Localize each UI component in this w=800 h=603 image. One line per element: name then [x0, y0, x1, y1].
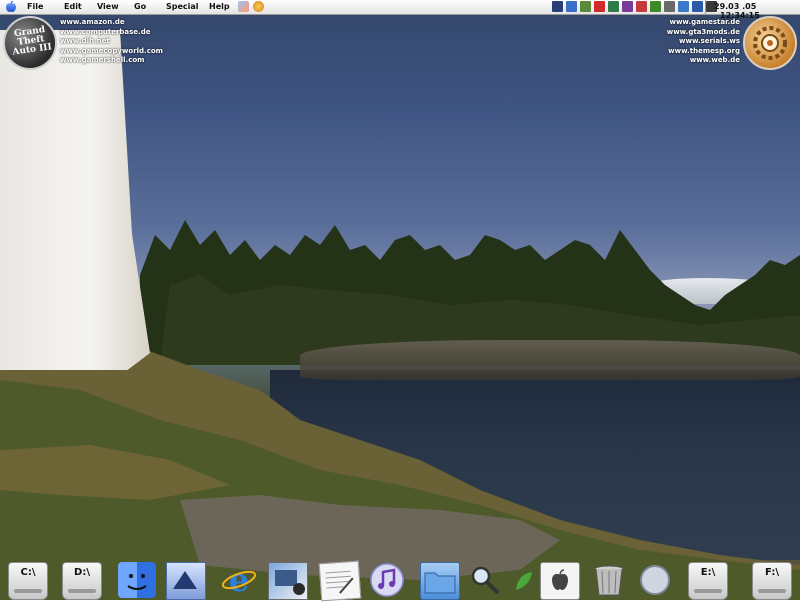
menu-bar: File Edit View Go Special Help 29.03 .05…	[0, 0, 800, 20]
photos-icon	[275, 570, 305, 595]
documents-folder-icon[interactable]	[420, 562, 460, 600]
gear-app-icon[interactable]	[743, 16, 797, 70]
drive-d-slot	[68, 589, 96, 593]
link-gamestar[interactable]: www.gamestar.de	[667, 18, 741, 28]
speaker-icon[interactable]	[566, 1, 577, 12]
mail-stamp-icon[interactable]	[166, 562, 206, 600]
drive-f-icon[interactable]: F:\	[752, 562, 792, 600]
finder-face-icon	[127, 574, 147, 590]
menu-edit[interactable]: Edit	[64, 2, 82, 11]
left-link-list: www.amazon.de www.computerbase.de www.dl…	[60, 18, 163, 66]
user-icon[interactable]	[664, 1, 675, 12]
itunes-icon[interactable]	[368, 562, 406, 598]
drive-d-label: D:\	[74, 567, 90, 578]
text-edit-icon[interactable]	[318, 560, 362, 602]
tray-divider	[705, 0, 706, 14]
link-serials[interactable]: www.serials.ws	[667, 37, 740, 47]
drive-f-label: F:\	[765, 567, 779, 578]
apple-logo-icon	[552, 569, 568, 590]
wire-trash-can-icon	[594, 565, 624, 596]
finder-icon[interactable]	[118, 562, 156, 598]
drive-c-label: C:\	[20, 567, 36, 578]
clock-date: 29.03 .05	[714, 2, 757, 11]
magnifier-icon	[471, 566, 500, 595]
game-icon[interactable]	[608, 1, 619, 12]
compass-icon	[640, 565, 670, 595]
menu-view[interactable]: View	[97, 2, 119, 11]
finder-windows-icon[interactable]	[238, 1, 249, 12]
folder-icon	[424, 572, 456, 594]
drive-e-label: E:\	[700, 567, 716, 578]
eagle-stamp-icon	[173, 571, 197, 589]
apple-menu-icon[interactable]	[5, 1, 17, 13]
drive-f-slot	[758, 589, 786, 593]
internet-explorer-icon[interactable]: e	[220, 561, 258, 599]
messenger-icon[interactable]	[622, 1, 633, 12]
ie-logo-icon: e	[221, 561, 257, 599]
flag-icon[interactable]	[636, 1, 647, 12]
drive-c-icon[interactable]: C:\	[8, 562, 48, 600]
display-icon[interactable]	[692, 1, 703, 12]
sherlock-icon[interactable]	[466, 562, 504, 598]
svg-text:e: e	[229, 562, 249, 598]
link-themesp[interactable]: www.themesp.org	[667, 47, 740, 57]
sync-icon[interactable]	[678, 1, 689, 12]
desktop-wallpaper	[0, 0, 800, 600]
link-gamershell[interactable]: www.gamershell.com	[60, 56, 163, 66]
gta-game-icon[interactable]: Grand Theft Auto III	[3, 16, 57, 70]
drive-e-icon[interactable]: E:\	[688, 562, 728, 600]
drive-c-slot	[14, 589, 42, 593]
green-leaf-icon	[516, 572, 532, 590]
safari-compass-icon[interactable]	[636, 562, 674, 598]
link-gamecopyworld[interactable]: www.gamecopyworld.com	[60, 47, 163, 57]
dock: C:\ D:\ e E:\ F:\	[0, 560, 800, 602]
drive-d-icon[interactable]: D:\	[62, 562, 102, 600]
system-preferences-icon[interactable]	[540, 562, 580, 600]
application-icon[interactable]	[253, 1, 264, 12]
document-icon	[325, 570, 354, 594]
drive-e-slot	[694, 589, 722, 593]
link-gta3mods[interactable]: www.gta3mods.de	[667, 28, 740, 38]
monitor-icon[interactable]	[580, 1, 591, 12]
system-tray	[552, 1, 717, 13]
photo-viewer-icon[interactable]	[268, 562, 308, 600]
link-dlh[interactable]: www.dlh.net	[60, 37, 163, 47]
music-note-icon	[370, 563, 404, 597]
right-link-list: www.gamestar.de www.gta3mods.de www.seri…	[667, 18, 740, 66]
gta-badge-label: Grand Theft Auto III	[11, 24, 53, 58]
network-icon[interactable]	[552, 1, 563, 12]
link-amazon[interactable]: www.amazon.de	[60, 18, 163, 28]
leaf-icon[interactable]	[650, 1, 661, 12]
leaf-app-icon[interactable]	[512, 562, 536, 598]
link-webde[interactable]: www.web.de	[667, 56, 740, 66]
trash-icon[interactable]	[590, 562, 628, 598]
menu-file[interactable]: File	[27, 2, 43, 11]
menu-go[interactable]: Go	[134, 2, 146, 11]
antivirus-icon[interactable]	[594, 1, 605, 12]
gear-icon	[753, 26, 787, 60]
menu-help[interactable]: Help	[209, 2, 230, 11]
link-computerbase[interactable]: www.computerbase.de	[60, 28, 163, 38]
menu-special[interactable]: Special	[166, 2, 199, 11]
menubar-extras	[238, 1, 264, 12]
